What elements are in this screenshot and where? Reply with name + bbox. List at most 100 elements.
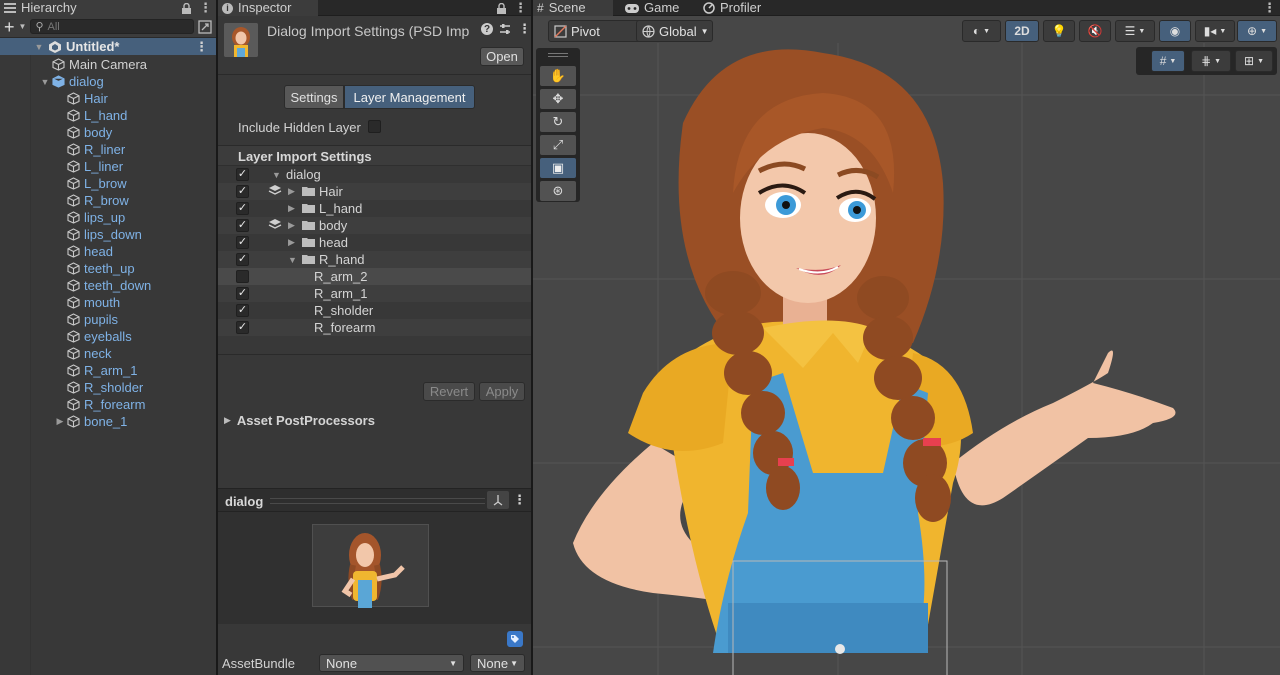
move-tool[interactable]: ✥	[540, 89, 576, 109]
hierarchy-item-eyeballs[interactable]: eyeballs	[0, 328, 216, 345]
chevron-down-icon[interactable]: ▼	[19, 22, 27, 31]
scene-visibility-icon[interactable]	[198, 19, 212, 34]
tab-settings[interactable]: Settings	[284, 85, 344, 109]
collapsed-arrow-icon[interactable]: ▶	[288, 186, 302, 197]
hierarchy-item-l-hand[interactable]: L_hand	[0, 107, 216, 124]
tab-profiler[interactable]: Profiler	[699, 0, 779, 16]
align-dropdown[interactable]: ⊞ ▼	[1235, 50, 1273, 72]
transform-tool[interactable]: ⊛	[540, 181, 576, 201]
mode-2d-toggle[interactable]: 2D	[1005, 20, 1039, 42]
search-input[interactable]: ⚲ All	[30, 19, 194, 34]
apply-button[interactable]: Apply	[479, 382, 525, 401]
layer-import-checkbox[interactable]: ✓	[236, 236, 249, 249]
preview-drag-handle[interactable]	[270, 498, 485, 504]
draw-mode-dropdown[interactable]: ◐ ▼	[962, 20, 1001, 42]
rect-tool[interactable]: ▣	[540, 158, 576, 178]
global-dropdown[interactable]: Global ▼	[636, 20, 713, 42]
hierarchy-item-teeth-down[interactable]: teeth_down	[0, 277, 216, 294]
hierarchy-item-hair[interactable]: Hair	[0, 90, 216, 107]
collapsed-arrow-icon[interactable]: ▶	[288, 220, 302, 231]
layer-row-head[interactable]: ✓ ▶ head	[218, 234, 531, 251]
hierarchy-item-teeth-up[interactable]: teeth_up	[0, 260, 216, 277]
layer-row-r-arm-2[interactable]: R_arm_2	[218, 268, 531, 285]
asset-postprocessors-foldout[interactable]: ▶ Asset PostProcessors	[224, 413, 375, 428]
more-options-icon[interactable]: ⋮	[514, 0, 527, 16]
tab-layer-management[interactable]: Layer Management	[344, 85, 475, 109]
hierarchy-item-lips-up[interactable]: lips_up	[0, 209, 216, 226]
layer-row-dialog[interactable]: ✓ ▼ dialog	[218, 166, 531, 183]
audio-toggle[interactable]: 🔇	[1079, 20, 1111, 42]
layer-import-checkbox[interactable]: ✓	[236, 168, 249, 181]
hierarchy-item-r-arm-1[interactable]: R_arm_1	[0, 362, 216, 379]
collapsed-arrow-icon[interactable]: ▶	[288, 203, 302, 214]
scene-menu-icon[interactable]: ⋮	[195, 39, 208, 55]
tab-scene[interactable]: # Scene	[533, 0, 613, 16]
hierarchy-item-main-camera[interactable]: Main Camera	[0, 56, 216, 73]
hierarchy-item-l-liner[interactable]: L_liner	[0, 158, 216, 175]
collapsed-arrow-icon[interactable]: ▶	[288, 237, 302, 248]
hierarchy-item-r-liner[interactable]: R_liner	[0, 141, 216, 158]
hand-tool[interactable]: ✋	[540, 66, 576, 86]
include-hidden-layer-checkbox[interactable]	[368, 120, 381, 133]
layer-row-body[interactable]: ✓ ▶ body	[218, 217, 531, 234]
preset-sliders-icon[interactable]	[499, 23, 511, 35]
lighting-toggle[interactable]: 💡	[1043, 20, 1075, 42]
component-menu-icon[interactable]: ⋮	[518, 21, 531, 37]
hierarchy-item-head[interactable]: head	[0, 243, 216, 260]
layer-import-checkbox[interactable]: ✓	[236, 253, 249, 266]
pivot-icon[interactable]	[487, 491, 509, 509]
hierarchy-item-pupils[interactable]: pupils	[0, 311, 216, 328]
layer-row-r-arm-1[interactable]: ✓ R_arm_1	[218, 285, 531, 302]
help-icon[interactable]: ?	[481, 23, 493, 35]
effects-dropdown[interactable]: ☰ ▼	[1115, 20, 1155, 42]
gizmos-dropdown[interactable]: ⊕ ▼	[1237, 20, 1277, 42]
hierarchy-item-body[interactable]: body	[0, 124, 216, 141]
layer-row-hair[interactable]: ✓ ▶ Hair	[218, 183, 531, 200]
scene-canvas[interactable]	[533, 43, 1280, 675]
hierarchy-item-neck[interactable]: neck	[0, 345, 216, 362]
hierarchy-item-lips-down[interactable]: lips_down	[0, 226, 216, 243]
rotate-tool[interactable]: ↻	[540, 112, 576, 132]
create-button[interactable]: +	[4, 18, 15, 36]
expand-arrow-icon[interactable]: ▼	[288, 255, 302, 265]
more-options-icon[interactable]: ⋮	[1263, 0, 1276, 16]
lock-icon[interactable]	[182, 2, 191, 14]
snap-increment-dropdown[interactable]: ⋕ ▼	[1191, 50, 1231, 72]
layer-import-checkbox[interactable]	[236, 270, 249, 283]
expand-arrow-icon[interactable]: ▼	[272, 170, 286, 180]
revert-button[interactable]: Revert	[423, 382, 475, 401]
more-options-icon[interactable]: ⋮	[199, 0, 212, 16]
layer-row-r-hand[interactable]: ✓ ▼ R_hand	[218, 251, 531, 268]
scene-row[interactable]: ▼ Untitled* ⋮	[0, 38, 216, 55]
hierarchy-item-mouth[interactable]: mouth	[0, 294, 216, 311]
grid-toggle[interactable]: # ▼	[1151, 50, 1185, 72]
tool-palette-grip[interactable]	[548, 53, 568, 57]
layer-import-checkbox[interactable]: ✓	[236, 202, 249, 215]
layer-row-l-hand[interactable]: ✓ ▶ L_hand	[218, 200, 531, 217]
hierarchy-item-dialog[interactable]: ▼ dialog	[0, 73, 216, 90]
camera-dropdown[interactable]: ▮◂ ▼	[1195, 20, 1235, 42]
hierarchy-item-l-brow[interactable]: L_brow	[0, 175, 216, 192]
open-button[interactable]: Open	[480, 47, 524, 66]
preview-menu-icon[interactable]: ⋮	[513, 492, 526, 508]
layer-import-checkbox[interactable]: ✓	[236, 304, 249, 317]
expand-arrow-icon[interactable]: ▶	[55, 416, 65, 427]
layer-import-checkbox[interactable]: ✓	[236, 287, 249, 300]
layer-import-checkbox[interactable]: ✓	[236, 219, 249, 232]
layer-row-r-sholder[interactable]: ✓ R_sholder	[218, 302, 531, 319]
assetbundle-dropdown[interactable]: None ▼	[319, 654, 464, 672]
hierarchy-item-r-sholder[interactable]: R_sholder	[0, 379, 216, 396]
expand-arrow-icon[interactable]: ▼	[40, 77, 50, 87]
label-tag-icon[interactable]	[507, 631, 523, 647]
expand-arrow-icon[interactable]: ▼	[34, 42, 44, 52]
tab-game[interactable]: Game	[621, 0, 691, 16]
hierarchy-item-r-brow[interactable]: R_brow	[0, 192, 216, 209]
hierarchy-item-r-forearm[interactable]: R_forearm	[0, 396, 216, 413]
scale-tool[interactable]: ⤢	[540, 135, 576, 155]
layer-row-r-forearm[interactable]: ✓ R_forearm	[218, 319, 531, 336]
hierarchy-item-bone-1[interactable]: ▶ bone_1	[0, 413, 216, 430]
layer-import-checkbox[interactable]: ✓	[236, 321, 249, 334]
lock-icon[interactable]	[497, 2, 506, 14]
hidden-objects-toggle[interactable]: ◉	[1159, 20, 1191, 42]
tab-inspector[interactable]: i Inspector	[218, 0, 318, 16]
